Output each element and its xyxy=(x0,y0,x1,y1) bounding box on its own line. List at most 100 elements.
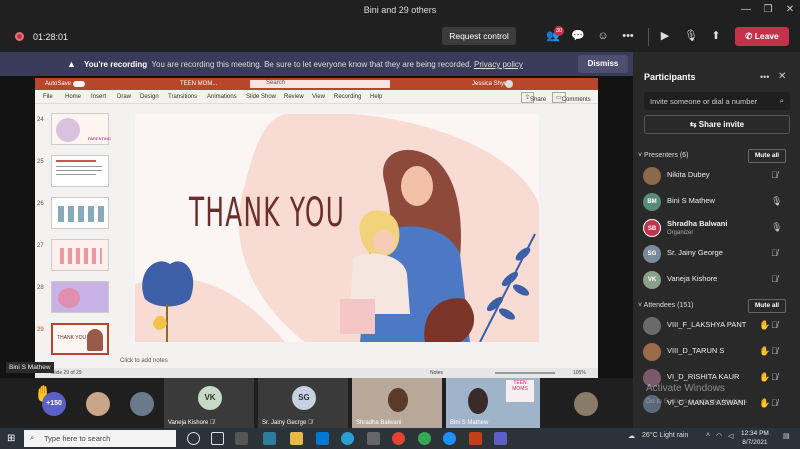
presenters-header[interactable]: ˅ Presenters (6) xyxy=(638,152,688,159)
mic-muted-icon[interactable]: 🎙̸ xyxy=(771,248,778,258)
raised-hand-icon: ✋ xyxy=(759,398,771,408)
ppt-tab-slide-show[interactable]: Slide Show xyxy=(246,94,276,100)
dismiss-button[interactable]: Dismiss xyxy=(578,55,628,73)
avatar[interactable] xyxy=(574,392,598,416)
slide-thumbnail-27[interactable] xyxy=(51,239,109,271)
activate-windows-subtext: Go to Settings to activate Windows. xyxy=(646,398,749,405)
participant-row[interactable]: VIII_F_LAKSHYA PANT ✋ 🎙̸ xyxy=(643,315,793,337)
privacy-policy-link[interactable]: Privacy policy xyxy=(474,60,523,69)
participant-row[interactable]: SB Shradha Balwani Organizer 🎙 xyxy=(643,217,793,239)
request-control-button[interactable]: Request control xyxy=(442,27,516,45)
slide-title: THANK YOU xyxy=(189,190,346,236)
autosave-toggle[interactable] xyxy=(73,81,85,87)
participant-row[interactable]: VK Vaneja Kishore 🎙̸ xyxy=(643,269,793,291)
powerpoint-icon[interactable] xyxy=(469,432,482,445)
windows-start-icon[interactable]: ⊞ xyxy=(7,433,18,444)
avatar[interactable] xyxy=(86,392,110,416)
slide-number: 28 xyxy=(37,285,44,291)
file-explorer-icon[interactable] xyxy=(290,432,303,445)
ppt-ribbon-tabs: File Home Insert Draw Design Transitions… xyxy=(35,90,598,104)
slide-thumbnail-26[interactable] xyxy=(51,197,109,229)
ppt-share-button[interactable]: ⇪ Share xyxy=(521,92,546,103)
video-tile[interactable]: TEEN MOMS Bini S Mathew xyxy=(446,378,540,428)
mic-icon[interactable]: 🎙 xyxy=(771,196,782,207)
slide-thumbnail-28[interactable] xyxy=(51,281,109,313)
ppt-tab-design[interactable]: Design xyxy=(140,94,159,100)
attendees-header[interactable]: ˅ Attendees (151) xyxy=(638,302,693,309)
zoom-slider[interactable] xyxy=(495,372,555,374)
speaker-icon[interactable]: ◁ xyxy=(728,432,733,440)
ppt-tab-home[interactable]: Home xyxy=(65,94,81,100)
teams-icon[interactable] xyxy=(494,432,507,445)
close-icon[interactable]: ✕ xyxy=(778,71,786,82)
video-tile[interactable]: Shradha Balwani xyxy=(352,378,442,428)
ie-icon[interactable] xyxy=(443,432,456,445)
notes-toggle[interactable]: Notes xyxy=(430,370,443,376)
overflow-participants-badge[interactable]: +150 xyxy=(42,392,66,416)
slide-thumbnail-29[interactable]: THANK YOU xyxy=(51,323,109,355)
slide-thumbnail-25[interactable] xyxy=(51,155,109,187)
ppt-tab-insert[interactable]: Insert xyxy=(91,94,106,100)
edge-icon[interactable] xyxy=(341,432,354,445)
taskbar-search-input[interactable]: ⌕ Type here to search xyxy=(24,430,176,447)
avatar[interactable] xyxy=(505,80,513,88)
mic-muted-icon[interactable]: 🎙̸ xyxy=(771,170,778,180)
notes-pane[interactable]: Click to add notes xyxy=(120,358,168,364)
ppt-search-box[interactable]: Search xyxy=(250,80,390,88)
slide-thumbnail-24[interactable]: PARENTING xyxy=(51,113,111,145)
maximize-icon[interactable]: ❐ xyxy=(760,2,776,18)
cortana-icon[interactable] xyxy=(187,432,200,445)
ppt-tab-transitions[interactable]: Transitions xyxy=(168,94,197,100)
tray-chevron-icon[interactable]: ˄ xyxy=(706,432,710,439)
tile-name: Sr. Jainy Gecrge 🎙̸ xyxy=(262,420,313,426)
minimize-icon[interactable]: — xyxy=(738,2,754,18)
notifications-icon[interactable]: ▤ xyxy=(783,432,790,440)
mic-muted-icon[interactable]: 🎙̸ xyxy=(771,398,778,408)
video-tile[interactable]: VK Vaneja Kishore 🎙̸ xyxy=(164,378,254,428)
leave-button[interactable]: ✆ Leave xyxy=(735,27,789,46)
thumbnail-line xyxy=(56,174,96,175)
chrome-icon[interactable] xyxy=(392,432,405,445)
more-options-icon[interactable]: ••• xyxy=(760,72,769,82)
app-icon[interactable] xyxy=(263,432,276,445)
share-screen-icon[interactable]: ⬆ xyxy=(708,28,724,44)
participant-row[interactable]: VIII_D_TARUN S ✋ 🎙̸ xyxy=(643,341,793,363)
participant-row[interactable]: BM Bini S Mathew 🎙 xyxy=(643,191,793,213)
share-invite-button[interactable]: ⇆ Share invite xyxy=(644,115,790,134)
mic-muted-icon[interactable]: 🎙̸ xyxy=(771,274,778,284)
mic-icon[interactable]: 🎙 xyxy=(771,222,782,233)
mute-all-attendees-button[interactable]: Mute all xyxy=(748,299,786,313)
participant-row[interactable]: SG Sr. Jainy George 🎙̸ xyxy=(643,243,793,265)
current-slide[interactable]: THANK YOU xyxy=(135,114,539,342)
ppt-tab-help[interactable]: Help xyxy=(370,94,382,100)
app-icon[interactable] xyxy=(316,432,329,445)
chat-icon[interactable]: 💬 xyxy=(570,28,586,44)
invite-input[interactable]: Invite someone or dial a number ⌕ xyxy=(644,92,790,110)
ppt-comments-button[interactable]: ▭ Comments xyxy=(552,92,591,103)
more-actions-icon[interactable]: ••• xyxy=(620,28,636,44)
app-icon[interactable] xyxy=(367,432,380,445)
ppt-tab-file[interactable]: File xyxy=(43,94,53,100)
taskbar-clock[interactable]: 12:34 PM 8/7/2021 xyxy=(741,429,769,447)
mic-muted-icon[interactable]: 🎙̸ xyxy=(771,320,778,330)
avatar[interactable] xyxy=(130,392,154,416)
video-tile[interactable]: SG Sr. Jainy Gecrge 🎙̸ xyxy=(258,378,348,428)
task-view-icon[interactable] xyxy=(211,432,224,445)
camera-off-icon[interactable]: ▶ xyxy=(657,28,673,44)
app-icon[interactable] xyxy=(235,432,248,445)
wifi-icon[interactable]: ◠ xyxy=(716,432,722,440)
close-icon[interactable]: ✕ xyxy=(782,2,798,18)
mic-muted-icon[interactable]: 🎙̸ xyxy=(771,372,778,382)
ppt-tab-animations[interactable]: Animations xyxy=(207,94,237,100)
participant-row[interactable]: Nikita Dubey 🎙̸ xyxy=(643,165,793,187)
ppt-tab-view[interactable]: View xyxy=(312,94,325,100)
mute-all-presenters-button[interactable]: Mute all xyxy=(748,149,786,163)
weather-text[interactable]: 26°C Light rain xyxy=(642,432,688,439)
mic-muted-icon[interactable]: 🎙̸ xyxy=(771,346,778,356)
ppt-tab-review[interactable]: Review xyxy=(284,94,304,100)
chrome-icon[interactable] xyxy=(418,432,431,445)
ppt-tab-draw[interactable]: Draw xyxy=(117,94,131,100)
mic-muted-icon[interactable]: 🎙 xyxy=(683,28,699,44)
ppt-tab-recording[interactable]: Recording xyxy=(334,94,361,100)
reactions-icon[interactable]: ☺ xyxy=(595,28,611,44)
